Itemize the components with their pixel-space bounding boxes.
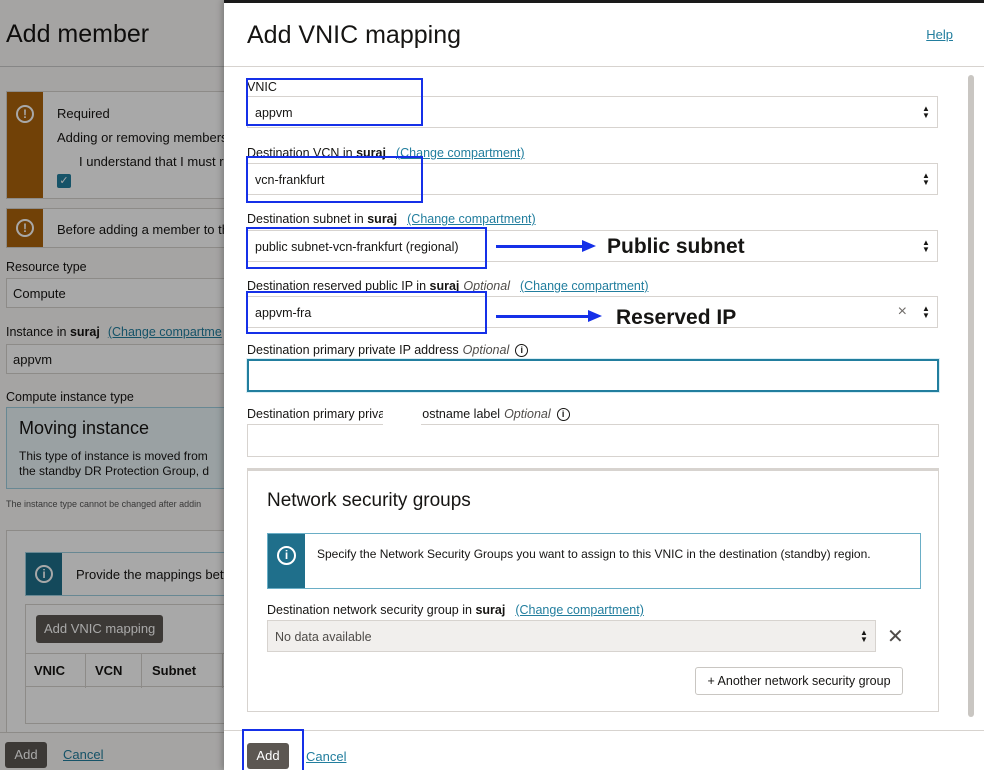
redaction-patch (383, 406, 421, 442)
cancel-link[interactable]: Cancel (306, 749, 346, 764)
divider (224, 730, 984, 731)
chevron-up-down-icon: ▲ ▼ (860, 628, 868, 644)
chevron-up-down-icon: ▲ ▼ (922, 238, 930, 254)
network-security-groups-section: Network security groups i Specify the Ne… (247, 468, 939, 712)
vertical-scrollbar[interactable] (966, 75, 976, 721)
help-link[interactable]: Help (926, 27, 953, 42)
add-vnic-mapping-drawer: Add VNIC mapping Help VNIC appvm ▲ ▼ Dest… (224, 0, 984, 770)
nsg-section-title: Network security groups (267, 490, 471, 511)
subnet-label: Destination subnet in suraj (Change compa… (247, 212, 536, 226)
arrow-right-icon (496, 310, 602, 322)
info-icon[interactable]: i (515, 344, 529, 358)
add-another-nsg-button[interactable]: + Another network security group (695, 667, 903, 695)
chevron-up-down-icon: ▲ ▼ (922, 171, 930, 187)
drawer-title: Add VNIC mapping (247, 21, 462, 49)
nsg-label: Destination network security group in su… (267, 603, 644, 617)
nsg-change-compartment-link[interactable]: (Change compartment) (515, 603, 644, 617)
hostname-label-input[interactable] (247, 424, 939, 457)
nsg-placeholder: No data available (275, 630, 372, 644)
reserved-ip-change-compartment-link[interactable]: (Change compartment) (520, 279, 649, 293)
scrollbar-thumb[interactable] (968, 75, 974, 717)
highlight-box-add-button (242, 729, 304, 770)
chevron-up-down-icon: ▲ ▼ (922, 304, 930, 320)
divider (224, 66, 984, 67)
info-icon[interactable]: i (556, 408, 570, 422)
highlight-box-reserved-ip (246, 291, 487, 334)
arrow-right-icon (496, 240, 596, 252)
remove-nsg-icon[interactable]: ✕ (887, 624, 904, 649)
subnet-change-compartment-link[interactable]: (Change compartment) (407, 212, 536, 226)
private-ip-input[interactable] (247, 359, 939, 392)
modal-backdrop[interactable] (0, 0, 224, 770)
clear-icon[interactable]: × (898, 303, 907, 321)
public-subnet-annotation: Public subnet (607, 235, 745, 258)
info-icon: i (277, 546, 296, 565)
highlight-box-vcn (246, 156, 423, 203)
highlight-box-subnet (246, 227, 487, 269)
highlight-box-vnic (246, 78, 423, 126)
nsg-info-alert: i Specify the Network Security Groups yo… (267, 533, 921, 589)
private-ip-label: Destination primary private IP address Op… (247, 343, 529, 358)
nsg-select[interactable]: No data available ▲ ▼ (267, 620, 876, 652)
reserved-ip-annotation: Reserved IP (616, 306, 737, 329)
nsg-info-text: Specify the Network Security Groups you … (317, 547, 871, 561)
chevron-up-down-icon: ▲ ▼ (922, 104, 930, 120)
